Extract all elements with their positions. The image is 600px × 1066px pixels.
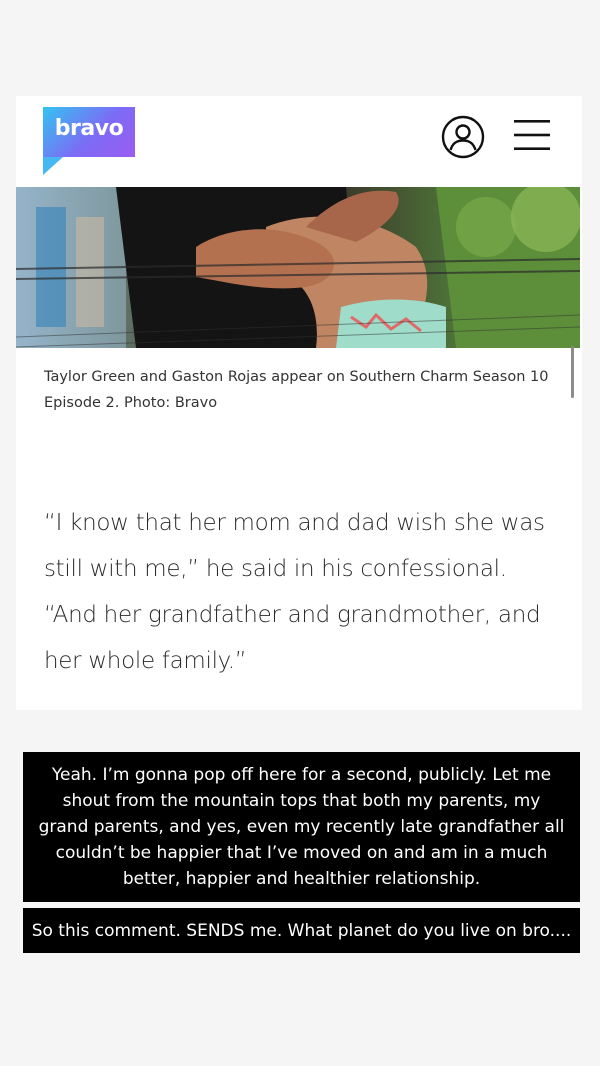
story-text-overlay: Yeah. I’m gonna pop off here for a secon… (23, 752, 580, 902)
bravo-logo[interactable]: bravo (43, 107, 135, 157)
menu-button[interactable] (513, 118, 551, 152)
hug-photo (16, 187, 580, 348)
article-quote: “I know that her mom and dad wish she wa… (44, 510, 545, 674)
user-circle-icon (441, 115, 485, 159)
article-hero-image (16, 187, 580, 348)
logo-tail (43, 157, 63, 175)
hamburger-menu-icon (514, 120, 550, 150)
overlay-text-1: Yeah. I’m gonna pop off here for a secon… (38, 765, 565, 889)
story-text-overlay-2: So this comment. SENDS me. What planet d… (23, 908, 580, 953)
logo-text: bravo (54, 116, 124, 141)
account-button[interactable] (441, 115, 485, 159)
image-caption: Taylor Green and Gaston Rojas appear on … (44, 369, 549, 411)
scrollbar[interactable] (571, 346, 574, 398)
overlay-text-2: So this comment. SENDS me. What planet d… (31, 920, 572, 941)
article-card: bravo Taylor Green and Gaston Rojas appe… (16, 96, 582, 710)
